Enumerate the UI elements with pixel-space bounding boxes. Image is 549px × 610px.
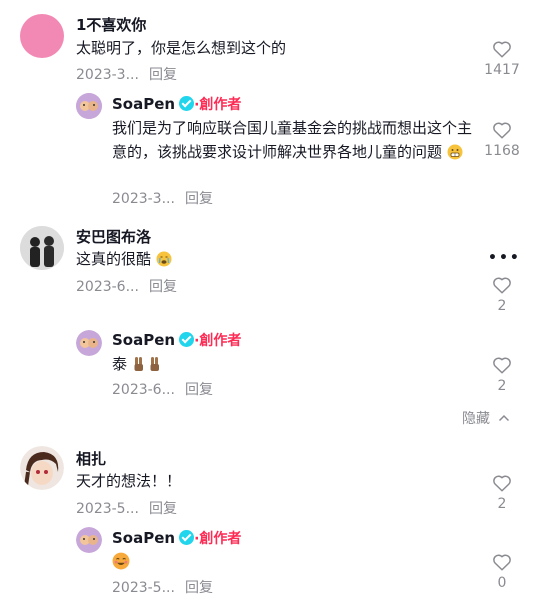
like-count: 2	[497, 298, 507, 314]
like-button[interactable]: 2	[482, 276, 522, 314]
reply-button[interactable]: 回复	[149, 501, 177, 517]
comment-date: 2023-5...	[76, 501, 139, 517]
comment-date: 2023-3...	[76, 67, 139, 83]
reply-text-content: 泰	[112, 355, 128, 373]
reply-button[interactable]: 回复	[185, 580, 213, 596]
reply-meta: 2023-6... 回复	[112, 379, 213, 399]
avatar[interactable]	[76, 93, 102, 119]
reply-button[interactable]: 回复	[185, 191, 213, 207]
hide-label: 隐藏	[462, 411, 490, 427]
verified-badge-icon	[179, 530, 195, 545]
comment-date: 2023-6...	[76, 279, 139, 295]
more-dots-icon[interactable]: •••	[488, 250, 521, 266]
like-count: 1168	[484, 143, 520, 159]
comment-text: 天才的想法！！	[76, 472, 182, 490]
reply-text: 泰	[112, 352, 412, 376]
reply-text-content: 我们是为了响应联合国儿童基金会的挑战而想出这个主意的，该挑战要求设计师解决世界各…	[112, 119, 473, 161]
heart-outline-icon	[493, 475, 511, 492]
like-button[interactable]: 0	[482, 553, 522, 591]
reply-meta: 2023-5... 回复	[112, 577, 213, 597]
reply-username-text[interactable]: SoaPen	[112, 331, 175, 349]
creator-label: ·創作者	[194, 531, 242, 547]
comment-username[interactable]: 1不喜欢你	[76, 14, 146, 35]
like-count: 0	[497, 575, 507, 591]
reply-button[interactable]: 回复	[149, 67, 177, 83]
reply-date: 2023-3...	[112, 191, 175, 207]
victory-hand-icon	[150, 357, 159, 371]
comment-username[interactable]: 相扎	[76, 448, 106, 469]
avatar[interactable]	[76, 330, 102, 356]
heart-outline-icon	[493, 277, 511, 294]
comment-text: 这真的很酷	[76, 247, 456, 271]
reply-username: SoaPen ·創作者	[112, 330, 241, 350]
grimacing-face-icon	[447, 144, 463, 160]
avatar[interactable]	[20, 14, 64, 58]
creator-label: ·創作者	[194, 333, 242, 349]
creator-label: ·創作者	[194, 97, 242, 113]
comment-username[interactable]: 安巴图布洛	[76, 226, 151, 247]
heart-outline-icon	[493, 41, 511, 58]
heart-outline-icon	[493, 554, 511, 571]
reply-meta: 2023-3... 回复	[112, 188, 213, 208]
comment-text-content: 这真的很酷	[76, 250, 152, 268]
reply-button[interactable]: 回复	[149, 279, 177, 295]
like-button[interactable]: 1168	[482, 121, 522, 159]
like-count: 2	[497, 378, 507, 394]
reply-username: SoaPen ·創作者	[112, 94, 241, 114]
like-button[interactable]: 1417	[482, 40, 522, 78]
comment-meta: 2023-3... 回复	[76, 64, 177, 84]
like-count: 2	[497, 496, 507, 512]
reply-text	[112, 550, 412, 574]
crying-face-icon	[156, 251, 172, 267]
smiling-face-icon	[112, 552, 130, 570]
avatar[interactable]	[20, 446, 64, 490]
victory-hand-icon	[134, 357, 143, 371]
reply-username-text[interactable]: SoaPen	[112, 95, 175, 113]
reply-username: SoaPen ·創作者	[112, 528, 241, 548]
avatar[interactable]	[76, 527, 102, 553]
reply-button[interactable]: 回复	[185, 382, 213, 398]
avatar[interactable]	[20, 226, 64, 270]
reply-date: 2023-6...	[112, 382, 175, 398]
verified-badge-icon	[179, 96, 195, 111]
hide-replies-button[interactable]: 隐藏	[462, 408, 510, 428]
like-button[interactable]: 2	[482, 474, 522, 512]
comment-meta: 2023-6... 回复	[76, 276, 177, 296]
heart-outline-icon	[493, 122, 511, 139]
reply-date: 2023-5...	[112, 580, 175, 596]
like-count: 1417	[484, 62, 520, 78]
verified-badge-icon	[179, 332, 195, 347]
reply-text: 我们是为了响应联合国儿童基金会的挑战而想出这个主意的，该挑战要求设计师解决世界各…	[112, 116, 478, 164]
chevron-up-icon	[499, 414, 510, 422]
comment-text: 太聪明了，你是怎么想到这个的	[76, 39, 287, 57]
heart-outline-icon	[493, 357, 511, 374]
like-button[interactable]: 2	[482, 356, 522, 394]
reply-username-text[interactable]: SoaPen	[112, 529, 175, 547]
comment-meta: 2023-5... 回复	[76, 498, 177, 518]
